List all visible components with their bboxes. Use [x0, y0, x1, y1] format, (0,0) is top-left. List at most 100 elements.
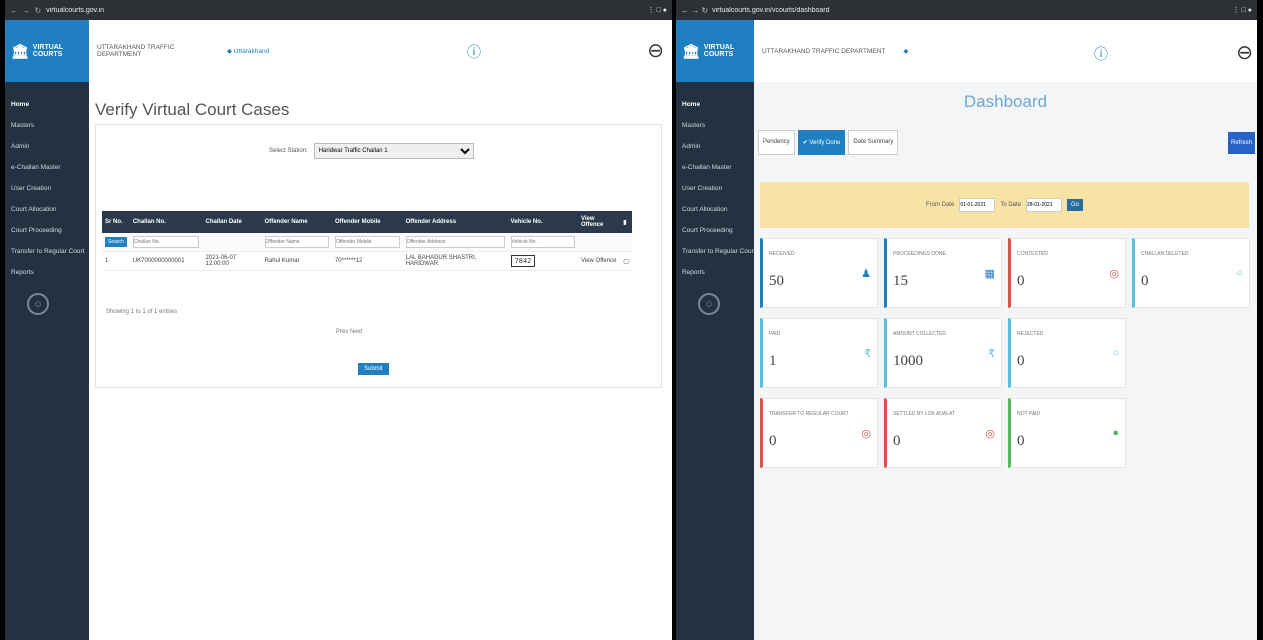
stat-tile[interactable]: Not Paid 0 ●: [1008, 398, 1126, 468]
stat-tile-label: Contested: [1017, 251, 1048, 257]
vehicle-plate-image[interactable]: 7842: [510, 255, 536, 267]
column-header-offender-name[interactable]: Offender Name: [261, 211, 332, 233]
court-building-icon: 🏛: [11, 42, 29, 59]
sidebar-item-reports[interactable]: Reports: [676, 262, 754, 283]
sidebar-item-court-allocation[interactable]: Court Allocation: [676, 199, 754, 220]
view-offence-link[interactable]: View Offence: [577, 251, 621, 271]
offender-address-filter[interactable]: [405, 236, 505, 248]
help-icon[interactable]: ⓘ: [467, 42, 481, 62]
page-title: Verify Virtual Court Cases: [95, 100, 290, 119]
challan-no-filter[interactable]: [132, 236, 200, 248]
vehicle-no-filter[interactable]: [510, 236, 575, 248]
department-name: UTTARAKHAND TRAFFIC DEPARTMENT: [97, 44, 175, 58]
stat-tile-icon: ○: [1236, 267, 1243, 279]
sidebar-item-home[interactable]: Home: [676, 94, 754, 115]
stat-tile-value: 0: [1017, 433, 1025, 449]
station-filter: Select Station: Haridwar Traffic Challan…: [269, 143, 474, 159]
stat-tile[interactable]: Proceedings Done 15 ▦: [884, 238, 1002, 308]
main-content: Verify Virtual Court Cases Select Statio…: [89, 82, 672, 640]
column-header-sr[interactable]: Sr No.: [102, 211, 130, 233]
sidebar-item-echallan-master[interactable]: e-Challan Master: [676, 157, 754, 178]
cell-challan-no[interactable]: UK7000000000001: [129, 251, 203, 271]
user-avatar-icon[interactable]: ⊖: [647, 38, 664, 63]
stat-tile-value: 0: [1141, 273, 1149, 289]
stat-tile-value: 0: [769, 433, 777, 449]
entries-info: Showing 1 to 1 of 1 entries: [106, 309, 178, 315]
sidebar-avatar-icon[interactable]: ☺: [698, 293, 720, 315]
stat-tile-value: 50: [769, 273, 784, 289]
stat-tile-icon: ◎: [861, 428, 871, 440]
sidebar-item-court-proceeding[interactable]: Court Proceeding: [676, 220, 754, 241]
column-header-challan-date[interactable]: Challan Date: [202, 211, 262, 233]
stat-tile-icon: ₹: [864, 348, 871, 360]
stat-tile[interactable]: Transfer to Regular Court 0 ◎: [760, 398, 878, 468]
stat-tile[interactable]: Amount Collected 1000 ₹: [884, 318, 1002, 388]
sidebar-item-admin[interactable]: Admin: [5, 136, 89, 157]
stat-tile[interactable]: Rejected 0 ○: [1008, 318, 1126, 388]
tab-verify-done[interactable]: ✔ Verify Done: [797, 130, 846, 155]
stat-tile-icon: ●: [1112, 427, 1119, 439]
station-select[interactable]: Haridwar Traffic Challan 1: [313, 143, 474, 159]
offender-name-filter[interactable]: [264, 236, 329, 248]
pagination[interactable]: Prev Next: [336, 329, 362, 335]
browser-nav-buttons[interactable]: ← → ↻: [681, 6, 708, 15]
browser-menu-icon[interactable]: ⋮ □ ●: [1233, 6, 1252, 14]
submit-button[interactable]: Submit: [358, 363, 389, 375]
browser-menu-icon[interactable]: ⋮ □ ●: [648, 6, 667, 14]
dashboard-content: Dashboard Pendency ✔ Verify Done Date Su…: [754, 82, 1257, 640]
from-date-input[interactable]: [959, 198, 996, 212]
sidebar-item-admin[interactable]: Admin: [676, 136, 754, 157]
browser-toolbar: ← → ↻ virtualcourts.gov.in/vcourts/dashb…: [676, 0, 1257, 20]
user-avatar-icon[interactable]: ⊖: [1236, 40, 1253, 65]
column-header-vehicle-no[interactable]: Vehicle No.: [507, 211, 578, 233]
stat-tile[interactable]: Contested 0 ◎: [1008, 238, 1126, 308]
sidebar-item-masters[interactable]: Masters: [5, 115, 89, 136]
sidebar-item-court-allocation[interactable]: Court Allocation: [5, 199, 89, 220]
to-date-input[interactable]: [1026, 198, 1062, 212]
sidebar-item-home[interactable]: Home: [5, 94, 89, 115]
stat-tile[interactable]: Settled by Lok Adalat 0 ◎: [884, 398, 1002, 468]
sidebar-avatar-icon[interactable]: ☺: [27, 293, 49, 315]
tab-pendency[interactable]: Pendency: [758, 130, 795, 155]
topbar: UTTARAKHAND TRAFFIC DEPARTMENT ◆ ⓘ ⊖: [754, 20, 1257, 82]
stat-tile[interactable]: Challan Deleted 0 ○: [1132, 238, 1250, 308]
stat-tile-label: Rejected: [1017, 331, 1044, 337]
search-button[interactable]: Search: [105, 237, 127, 247]
sidebar-item-transfer[interactable]: Transfer to Regular Court: [5, 241, 89, 262]
brand-logo[interactable]: 🏛 VIRTUAL COURTS: [676, 20, 754, 82]
sidebar-item-masters[interactable]: Masters: [676, 115, 754, 136]
browser-toolbar: ← → ↻ virtualcourts.gov.in ⋮ □ ●: [5, 0, 672, 20]
sidebar-item-transfer[interactable]: Transfer to Regular Court: [676, 241, 754, 262]
brand-logo[interactable]: 🏛 VIRTUAL COURTS: [5, 20, 89, 82]
stat-tile-label: Received: [769, 251, 795, 257]
stat-tile[interactable]: Paid 1 ₹: [760, 318, 878, 388]
sidebar-item-court-proceeding[interactable]: Court Proceeding: [5, 220, 89, 241]
address-bar[interactable]: virtualcourts.gov.in/vcourts/dashboard: [712, 7, 1228, 14]
column-header-view-offence[interactable]: View Offence: [577, 211, 621, 233]
address-bar[interactable]: virtualcourts.gov.in: [46, 7, 643, 14]
sidebar-item-user-creation[interactable]: User Creation: [676, 178, 754, 199]
go-button[interactable]: Go: [1067, 199, 1084, 211]
help-icon[interactable]: ⓘ: [1094, 44, 1108, 64]
refresh-button[interactable]: Refresh: [1227, 132, 1255, 154]
location-link[interactable]: ◆: [903, 47, 908, 55]
offender-mobile-filter[interactable]: [334, 236, 400, 248]
column-header-offender-mobile[interactable]: Offender Mobile: [331, 211, 403, 233]
sidebar-item-reports[interactable]: Reports: [5, 262, 89, 283]
court-building-icon: 🏛: [682, 42, 700, 59]
sidebar-item-user-creation[interactable]: User Creation: [5, 178, 89, 199]
stat-tile-icon: ₹: [988, 348, 995, 360]
date-range-bar: From Date To Date Go: [760, 182, 1249, 228]
stat-tile[interactable]: Received 50 ♟: [760, 238, 878, 308]
sidebar-item-echallan-master[interactable]: e-Challan Master: [5, 157, 89, 178]
tab-date-summary[interactable]: Date Summary: [848, 130, 899, 155]
column-header-select[interactable]: ▮: [620, 211, 632, 233]
browser-nav-buttons[interactable]: ← → ↻: [10, 6, 42, 15]
column-header-challan-no[interactable]: Challan No.: [129, 211, 203, 233]
location-link[interactable]: ◆ Uttarakhand: [227, 47, 269, 55]
row-checkbox[interactable]: ▢: [620, 251, 632, 271]
cell-address: LAL BAHADUR SHASTRI, HARIDWAR: [402, 251, 508, 271]
stat-tile-icon: ◎: [985, 428, 995, 440]
column-header-offender-address[interactable]: Offender Address: [402, 211, 508, 233]
stat-tile-value: 0: [893, 433, 901, 449]
